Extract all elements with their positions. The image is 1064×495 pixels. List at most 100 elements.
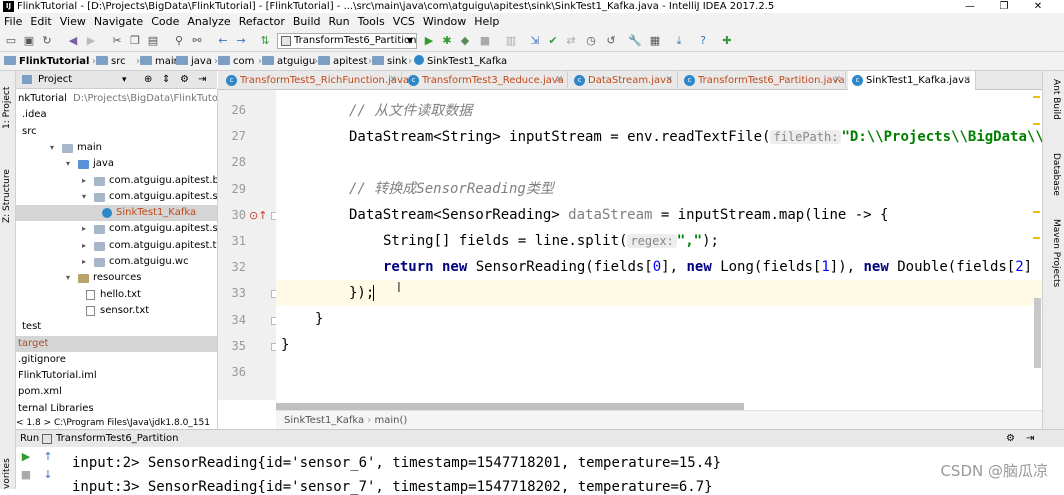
chevron-right-icon[interactable]: ▸ <box>82 254 86 270</box>
horizontal-scrollbar[interactable] <box>276 403 744 410</box>
chevron-right-icon[interactable]: ▸ <box>82 238 86 254</box>
nav-crumb-class[interactable]: SinkTest1_Kafka <box>414 52 507 71</box>
run-configuration-select[interactable]: TransformTest6_Partition ▼ <box>277 33 417 49</box>
chevron-down-icon[interactable]: ▾ <box>50 140 54 156</box>
tree-node[interactable]: ▸ com.atguigu.apitest.transform <box>16 238 217 254</box>
favorites-tool-tab[interactable]: vorites <box>2 458 12 489</box>
menu-refactor[interactable]: Refactor <box>235 13 289 30</box>
chevron-down-icon[interactable]: ▾ <box>66 270 70 286</box>
menu-vcs[interactable]: VCS <box>389 13 419 30</box>
gear-icon[interactable]: ⚙ <box>180 71 189 89</box>
menu-code[interactable]: Code <box>147 13 183 30</box>
minimize-button[interactable]: — <box>956 0 984 13</box>
warning-mark[interactable] <box>1033 237 1040 239</box>
plugin-icon[interactable]: ✚ <box>720 34 734 48</box>
tree-node[interactable]: .idea <box>16 107 217 123</box>
paste-icon[interactable]: ▤ <box>146 34 160 48</box>
tree-node[interactable]: ▾ main <box>16 140 217 156</box>
menu-navigate[interactable]: Navigate <box>90 13 147 30</box>
tree-node[interactable]: hello.txt <box>16 287 217 303</box>
maximize-button[interactable]: ❐ <box>990 0 1018 13</box>
tree-node[interactable]: ▸ com.atguigu.wc <box>16 254 217 270</box>
vcs-update-icon[interactable]: ⇲ <box>528 34 542 48</box>
close-button[interactable]: ✕ <box>1024 0 1052 13</box>
build-project-icon[interactable]: ▥ <box>504 34 518 48</box>
tree-node[interactable]: src <box>16 124 217 140</box>
menu-tools[interactable]: Tools <box>354 13 389 30</box>
tree-node[interactable]: SinkTest1_Kafka <box>16 205 217 222</box>
run-icon[interactable]: ▶ <box>422 34 436 48</box>
tree-node[interactable]: .gitignore <box>16 352 217 368</box>
run-tab[interactable]: TransformTest6_Partition <box>56 430 178 448</box>
tree-node[interactable]: ternal Libraries <box>16 401 217 417</box>
project-view-select[interactable]: Project <box>38 71 72 89</box>
sync-icon[interactable]: ↻ <box>40 34 54 48</box>
chevron-down-icon[interactable]: ▾ <box>122 71 127 89</box>
stop-icon[interactable]: ■ <box>20 469 32 481</box>
undo-icon[interactable]: ◀ <box>66 34 80 48</box>
cut-icon[interactable]: ✂ <box>110 34 124 48</box>
locate-icon[interactable]: ⊕ <box>144 71 152 89</box>
nav-crumb-src[interactable]: src <box>96 52 126 71</box>
tree-node[interactable]: target <box>16 335 217 352</box>
close-tab-icon[interactable]: ✕ <box>389 71 397 90</box>
nav-crumb-apitest[interactable]: apitest <box>318 52 367 71</box>
stop-icon[interactable]: ■ <box>478 34 492 48</box>
hide-icon[interactable]: ⇥ <box>198 71 206 89</box>
menu-file[interactable]: File <box>0 13 26 30</box>
tree-node[interactable]: sensor.txt <box>16 303 217 319</box>
tree-node[interactable]: ▾ resources <box>16 270 217 286</box>
gear-icon[interactable]: ⚙ <box>1006 430 1015 448</box>
ant-build-tab[interactable]: Ant Build <box>1051 79 1061 120</box>
menu-view[interactable]: View <box>56 13 90 30</box>
close-tab-icon[interactable]: ✕ <box>963 71 971 90</box>
menu-window[interactable]: Window <box>419 13 470 30</box>
chevron-right-icon[interactable]: ▸ <box>82 173 86 189</box>
editor-tab[interactable]: c TransformTest5_RichFunction.java ✕ <box>222 71 409 90</box>
vcs-history-icon[interactable]: ◷ <box>584 34 598 48</box>
collapse-icon[interactable]: ⇕ <box>162 71 170 89</box>
vcs-commit-icon[interactable]: ✔ <box>546 34 560 48</box>
vcs-revert-icon[interactable]: ↺ <box>604 34 618 48</box>
nav-crumb-sink[interactable]: sink <box>372 52 407 71</box>
sdk-download-icon[interactable]: ⤓ <box>672 34 686 48</box>
close-tab-icon[interactable]: ✕ <box>665 71 673 90</box>
editor-tab[interactable]: c TransformTest3_Reduce.java ✕ <box>404 71 568 90</box>
breadcrumb-class[interactable]: SinkTest1_Kafka <box>284 415 364 426</box>
chevron-down-icon[interactable]: ▾ <box>66 156 70 172</box>
scroll-up-icon[interactable]: ↑ <box>42 451 54 463</box>
editor-tab[interactable]: c DataStream.java ✕ <box>570 71 678 90</box>
chevron-down-icon[interactable]: ▾ <box>82 189 86 205</box>
tree-node[interactable]: ▾ java <box>16 156 217 172</box>
menu-run[interactable]: Run <box>325 13 354 30</box>
tree-node[interactable]: ▾ com.atguigu.apitest.sink <box>16 189 217 205</box>
copy-icon[interactable]: ❐ <box>128 34 142 48</box>
database-tab[interactable]: Database <box>1051 153 1061 196</box>
forward-icon[interactable]: → <box>234 34 248 48</box>
redo-icon[interactable]: ▶ <box>84 34 98 48</box>
editor-tab[interactable]: c TransformTest6_Partition.java ✕ <box>680 71 846 90</box>
project-tool-tab[interactable]: 1: Project <box>2 87 12 129</box>
structure-tool-tab[interactable]: Z: Structure <box>2 169 12 223</box>
scroll-down-icon[interactable]: ↓ <box>42 469 54 481</box>
warning-mark[interactable] <box>1033 211 1040 213</box>
nav-crumb-com[interactable]: com <box>218 52 254 71</box>
debug-icon[interactable]: ✱ <box>440 34 454 48</box>
close-tab-icon[interactable]: ✕ <box>833 71 841 90</box>
chevron-right-icon[interactable]: ▸ <box>82 221 86 237</box>
maven-projects-tab[interactable]: Maven Projects <box>1051 219 1061 287</box>
tree-node[interactable]: FlinkTutorial.iml <box>16 368 217 384</box>
nav-project[interactable]: FlinkTutorial <box>4 52 89 71</box>
coverage-icon[interactable]: ◆ <box>458 34 472 48</box>
replace-icon[interactable]: ⚯ <box>190 34 204 48</box>
nav-crumb-java[interactable]: java <box>176 52 212 71</box>
help-icon[interactable]: ? <box>696 34 710 48</box>
build-icon[interactable]: ⇅ <box>258 34 272 48</box>
warning-mark[interactable] <box>1033 123 1040 125</box>
tree-jdk-node[interactable]: < 1.8 > C:\Program Files\Java\jdk1.8.0_1… <box>16 416 218 430</box>
override-icon[interactable]: ⊙↑ <box>249 209 267 222</box>
settings-icon[interactable]: 🔧 <box>628 34 642 48</box>
editor-tab[interactable]: c SinkTest1_Kafka.java ✕ <box>848 71 976 90</box>
tree-node[interactable]: ▸ com.atguigu.apitest.beans <box>16 173 217 189</box>
back-icon[interactable]: ← <box>216 34 230 48</box>
